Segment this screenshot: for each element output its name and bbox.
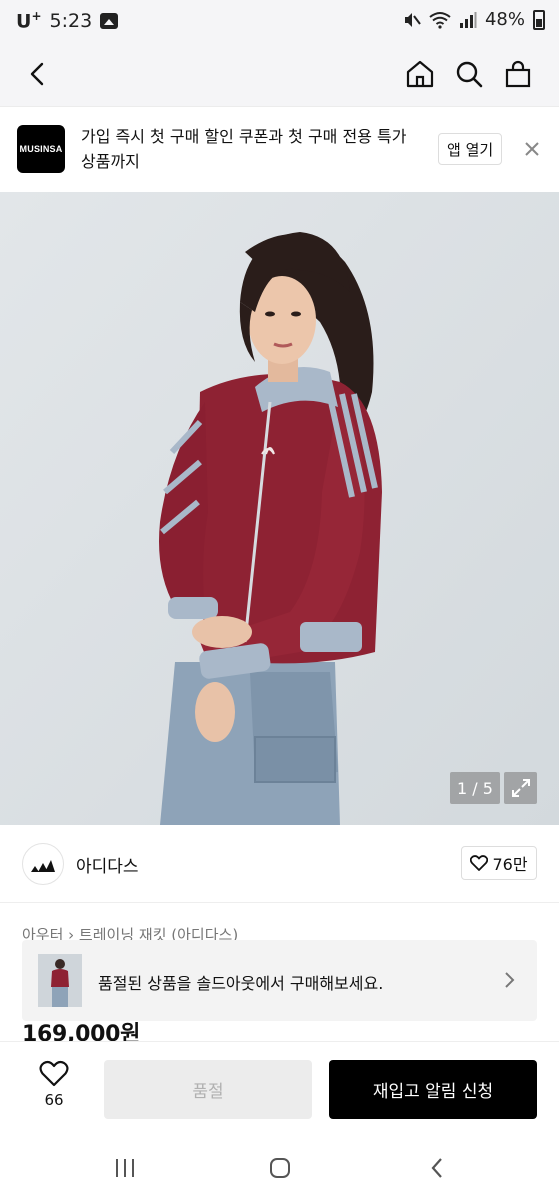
- brand-name[interactable]: 아디다스: [76, 852, 139, 877]
- back-system-button[interactable]: [422, 1155, 452, 1181]
- recent-apps-icon: [116, 1159, 134, 1177]
- expand-image-button[interactable]: [504, 772, 537, 804]
- brand-logo[interactable]: [22, 843, 64, 885]
- carrier-label: U+: [16, 9, 42, 33]
- top-navigation: [0, 42, 559, 106]
- wishlist-button[interactable]: 66: [24, 1060, 84, 1116]
- soldout-message: 품절된 상품을 솔드아웃에서 구매해보세요.: [98, 974, 384, 993]
- home-button[interactable]: [400, 54, 440, 94]
- restock-alert-button[interactable]: 재입고 알림 신청: [329, 1060, 537, 1119]
- product-image-gallery[interactable]: 1 / 5: [0, 192, 559, 825]
- soldout-button: 품절: [104, 1060, 312, 1119]
- signal-icon: [459, 11, 477, 28]
- cart-button[interactable]: [498, 54, 538, 94]
- brand-like-button[interactable]: 76만: [461, 846, 537, 880]
- adidas-logo-icon: [31, 860, 55, 872]
- close-icon: [525, 142, 539, 156]
- mute-icon: [404, 12, 421, 27]
- battery-icon: [533, 9, 545, 30]
- search-button[interactable]: [449, 54, 489, 94]
- shopping-bag-icon: [505, 60, 531, 88]
- recent-apps-button[interactable]: [110, 1155, 140, 1181]
- clock: 5:23: [49, 9, 93, 32]
- banner-message: 가입 즉시 첫 구매 할인 쿠폰과 첫 구매 전용 특가 상품까지: [81, 127, 407, 171]
- thumbnail-image: [38, 954, 82, 1007]
- back-icon: [30, 62, 44, 86]
- musinsa-logo: MUSINSA: [17, 125, 65, 173]
- home-system-button[interactable]: [265, 1155, 295, 1181]
- search-icon: [456, 61, 483, 88]
- app-install-banner: MUSINSA 가입 즉시 첫 구매 할인 쿠폰과 첫 구매 전용 특가 상품까…: [0, 106, 559, 192]
- image-counter: 1 / 5: [450, 772, 500, 804]
- expand-icon: [511, 779, 530, 797]
- purchase-bar: 66 품절 재입고 알림 신청: [0, 1041, 559, 1137]
- soldout-notice[interactable]: 품절된 상품을 솔드아웃에서 구매해보세요.: [22, 940, 537, 1021]
- status-right: 48%: [403, 9, 545, 30]
- open-app-button[interactable]: 앱 열기: [438, 133, 503, 165]
- status-left: U+ 5:23: [16, 9, 119, 33]
- back-chevron-icon: [431, 1158, 442, 1178]
- brand-row: 아디다스 76만: [0, 825, 559, 903]
- battery-percent: 48%: [484, 9, 525, 30]
- brand-like-count: 76만: [492, 855, 528, 874]
- banner-close-button[interactable]: [520, 137, 544, 161]
- gallery-notification-icon: [100, 12, 119, 29]
- wifi-icon: [429, 11, 451, 29]
- soldout-thumbnail: [38, 954, 82, 1007]
- heart-icon: [470, 855, 489, 871]
- product-photo: [0, 192, 559, 825]
- system-navigation-bar: [0, 1137, 559, 1200]
- chevron-right-icon: [505, 972, 515, 988]
- back-button[interactable]: [18, 54, 58, 94]
- wishlist-count: 66: [44, 1091, 64, 1109]
- heart-icon: [39, 1060, 69, 1087]
- status-bar: U+ 5:23 48%: [0, 0, 559, 42]
- home-circle-icon: [270, 1158, 290, 1178]
- home-icon: [406, 60, 434, 88]
